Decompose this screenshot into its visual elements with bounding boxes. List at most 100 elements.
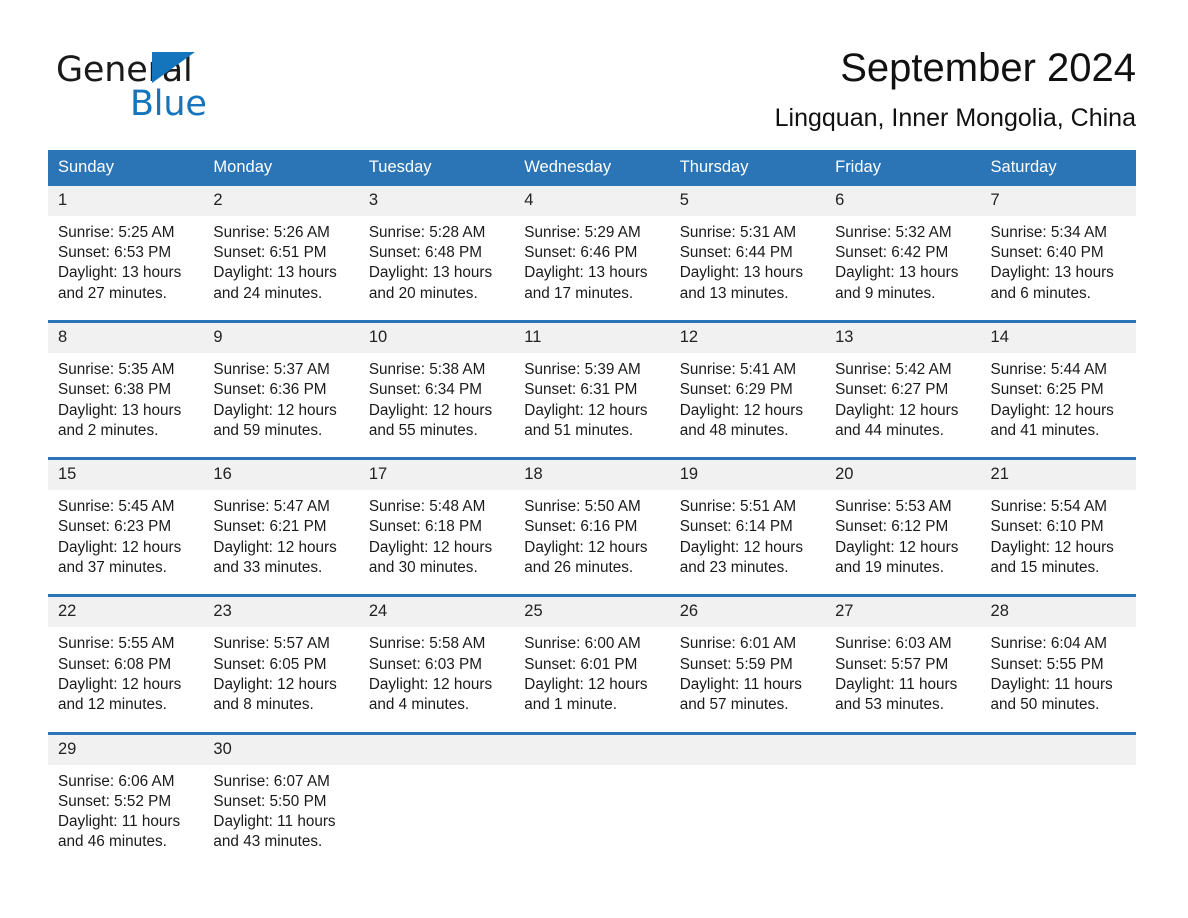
weekday-header-sunday: Sunday [48, 149, 204, 186]
sunset-text: Sunset: 6:53 PM [58, 244, 172, 262]
day-cell: Sunrise: 6:01 AM Sunset: 5:59 PM Dayligh… [669, 627, 826, 734]
sunset-text: Sunset: 6:01 PM [524, 655, 638, 673]
logo-text-blue: Blue [130, 84, 207, 124]
daylight-text: Daylight: 12 hours and 8 minutes. [213, 675, 337, 714]
sunset-text: Sunset: 6:14 PM [679, 518, 793, 536]
sunrise-text: Sunrise: 6:07 AM [213, 772, 330, 790]
day-number[interactable]: 19 [669, 457, 826, 491]
day-number[interactable]: 15 [48, 457, 204, 491]
sunrise-text: Sunrise: 5:37 AM [213, 360, 330, 378]
day-cell: Sunrise: 5:37 AM Sunset: 6:36 PM Dayligh… [203, 352, 359, 459]
sunrise-text: Sunrise: 5:34 AM [990, 223, 1108, 241]
sunrise-text: Sunrise: 5:28 AM [368, 223, 486, 241]
sunrise-text: Sunrise: 5:38 AM [368, 360, 486, 378]
sunrise-text: Sunrise: 5:29 AM [524, 223, 641, 241]
weekday-header-saturday: Saturday [980, 149, 1136, 186]
sunset-text: Sunset: 5:59 PM [679, 655, 793, 673]
sunrise-text: Sunrise: 5:50 AM [524, 498, 641, 516]
daylight-text: Daylight: 11 hours and 46 minutes. [58, 813, 181, 851]
sunset-text: Sunset: 6:31 PM [524, 381, 638, 399]
day-number[interactable]: 30 [203, 731, 359, 765]
day-number[interactable]: 22 [48, 594, 204, 628]
day-number[interactable]: 6 [825, 185, 981, 216]
day-cell: Sunrise: 5:35 AM Sunset: 6:38 PM Dayligh… [48, 352, 204, 459]
daylight-text: Daylight: 13 hours and 13 minutes. [679, 264, 803, 302]
week-daynum-row: 15 16 17 18 19 20 21 [48, 457, 1136, 491]
day-cell: Sunrise: 5:51 AM Sunset: 6:14 PM Dayligh… [669, 490, 826, 596]
day-cell: Sunrise: 5:54 AM Sunset: 6:10 PM Dayligh… [980, 490, 1136, 596]
day-number[interactable]: 10 [358, 320, 515, 353]
daylight-text: Daylight: 12 hours and 1 minute. [524, 675, 648, 714]
day-cell: Sunrise: 5:38 AM Sunset: 6:34 PM Dayligh… [358, 352, 515, 459]
sunset-text: Sunset: 6:27 PM [835, 381, 949, 399]
day-number[interactable]: 13 [825, 320, 981, 353]
day-number[interactable]: 26 [669, 594, 826, 628]
day-number[interactable]: 29 [48, 731, 204, 765]
title-block: September 2024 Lingquan, Inner Mongolia,… [775, 44, 1136, 133]
day-number[interactable]: 14 [980, 320, 1136, 353]
day-number[interactable]: 27 [825, 594, 981, 628]
day-cell-empty [514, 764, 670, 869]
sunset-text: Sunset: 6:36 PM [213, 381, 327, 399]
week-detail-row: Sunrise: 5:45 AM Sunset: 6:23 PM Dayligh… [48, 490, 1136, 596]
daylight-text: Daylight: 12 hours and 59 minutes. [213, 401, 337, 439]
sunrise-text: Sunrise: 6:00 AM [524, 635, 641, 653]
day-cell: Sunrise: 5:47 AM Sunset: 6:21 PM Dayligh… [203, 490, 359, 596]
sunrise-text: Sunrise: 5:39 AM [524, 360, 641, 378]
sunrise-text: Sunrise: 5:47 AM [213, 498, 330, 516]
day-cell: Sunrise: 5:39 AM Sunset: 6:31 PM Dayligh… [514, 352, 670, 459]
day-number[interactable]: 8 [48, 320, 204, 353]
sunset-text: Sunset: 6:16 PM [524, 518, 638, 536]
day-number[interactable]: 23 [203, 594, 359, 628]
daylight-text: Daylight: 12 hours and 33 minutes. [213, 538, 337, 577]
week-detail-row: Sunrise: 5:25 AM Sunset: 6:53 PM Dayligh… [48, 215, 1136, 322]
weekday-header-thursday: Thursday [669, 149, 826, 186]
day-number[interactable]: 24 [358, 594, 515, 628]
day-number[interactable]: 20 [825, 457, 981, 491]
day-number[interactable]: 1 [48, 185, 204, 216]
logo-triangle-icon [152, 52, 195, 83]
week-detail-row: Sunrise: 6:06 AM Sunset: 5:52 PM Dayligh… [48, 764, 1136, 869]
day-cell-empty [825, 764, 981, 869]
sunset-text: Sunset: 6:08 PM [58, 655, 172, 673]
sunrise-text: Sunrise: 5:41 AM [679, 360, 797, 378]
day-number[interactable]: 5 [669, 185, 826, 216]
daylight-text: Daylight: 13 hours and 9 minutes. [835, 264, 959, 302]
daylight-text: Daylight: 12 hours and 55 minutes. [368, 401, 493, 439]
day-number[interactable]: 16 [203, 457, 359, 491]
daylight-text: Daylight: 12 hours and 44 minutes. [835, 401, 959, 439]
daylight-text: Daylight: 11 hours and 50 minutes. [990, 675, 1113, 714]
week-daynum-row: 22 23 24 25 26 27 28 [48, 594, 1136, 628]
day-number[interactable]: 25 [514, 594, 670, 628]
day-cell: Sunrise: 6:07 AM Sunset: 5:50 PM Dayligh… [203, 764, 359, 869]
day-number[interactable]: 3 [358, 185, 515, 216]
daylight-text: Daylight: 12 hours and 26 minutes. [524, 538, 648, 577]
day-number[interactable]: 2 [203, 185, 359, 216]
sunset-text: Sunset: 6:25 PM [990, 381, 1104, 399]
logo-general-blue: General Blue [56, 44, 286, 130]
day-cell: Sunrise: 6:04 AM Sunset: 5:55 PM Dayligh… [980, 627, 1136, 734]
day-number[interactable]: 11 [514, 320, 670, 353]
day-number[interactable]: 21 [980, 457, 1136, 491]
day-number[interactable]: 7 [980, 185, 1136, 216]
sunset-text: Sunset: 6:38 PM [58, 381, 172, 399]
daylight-text: Daylight: 12 hours and 37 minutes. [58, 538, 182, 577]
day-number[interactable]: 9 [203, 320, 359, 353]
daylight-text: Daylight: 11 hours and 53 minutes. [835, 675, 958, 714]
day-number[interactable]: 4 [514, 185, 670, 216]
day-number[interactable]: 17 [358, 457, 515, 491]
day-number[interactable]: 18 [514, 457, 670, 491]
day-cell: Sunrise: 5:50 AM Sunset: 6:16 PM Dayligh… [514, 490, 670, 596]
day-cell: Sunrise: 5:55 AM Sunset: 6:08 PM Dayligh… [48, 627, 204, 734]
daylight-text: Daylight: 12 hours and 19 minutes. [835, 538, 959, 577]
day-cell-empty [358, 764, 515, 869]
sunset-text: Sunset: 5:50 PM [213, 792, 327, 810]
day-number-empty [669, 731, 826, 765]
calendar-body: 1 2 3 4 5 6 7 Sunrise: 5:25 AM Sunset: 6… [48, 185, 1136, 869]
day-number[interactable]: 28 [980, 594, 1136, 628]
daylight-text: Daylight: 12 hours and 51 minutes. [524, 401, 648, 439]
daylight-text: Daylight: 13 hours and 2 minutes. [58, 401, 182, 439]
day-cell: Sunrise: 5:42 AM Sunset: 6:27 PM Dayligh… [825, 352, 981, 459]
page-header: General Blue September 2024 Lingquan, In… [0, 0, 1188, 133]
day-number[interactable]: 12 [669, 320, 826, 353]
